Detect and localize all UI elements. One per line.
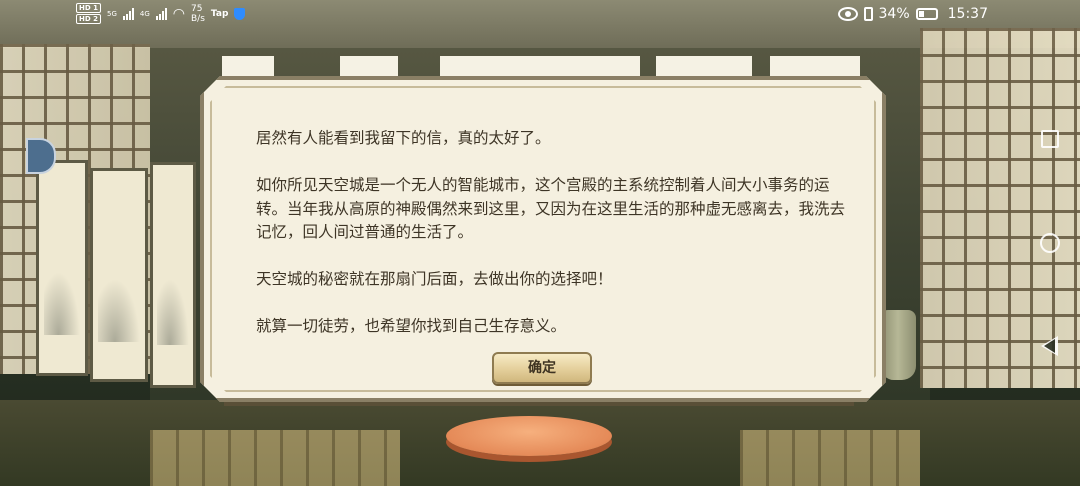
letter-paragraph: 就算一切徒劳，也希望你找到自己生存意义。 (256, 317, 567, 335)
letter-paragraph: 如你所见天空城是一个无人的智能城市，这个宫殿的主系统控制着人间大小事务的运转。当… (256, 176, 846, 241)
status-right-group: 34% 15:37 (837, 6, 988, 22)
upper-window (222, 56, 274, 78)
upper-window (770, 56, 860, 78)
folding-screen-panel (150, 162, 196, 388)
network-type-label: 5G (106, 9, 117, 18)
status-bar: HD 1 HD 2 5G 4G ◠ 75 B/s Tap 34% 15:37 (0, 0, 1080, 30)
floor-cushion (446, 416, 612, 456)
hd-badge: HD 2 (76, 14, 101, 24)
network-speed: 75 B/s (191, 4, 205, 24)
network-type-label: 4G (139, 9, 150, 18)
battery-percent: 34% (878, 6, 910, 22)
vibrate-icon (863, 7, 873, 21)
hd-badge: HD 1 (76, 3, 101, 13)
battery-level-fill (918, 11, 924, 17)
upper-window (656, 56, 752, 78)
folding-screen-panel (36, 160, 88, 376)
speed-unit: B/s (190, 13, 205, 24)
wifi-icon: ◠ (172, 5, 185, 22)
clock: 15:37 (947, 6, 988, 22)
floor-light-patch (150, 430, 400, 486)
upper-window (340, 56, 398, 78)
battery-icon (915, 8, 938, 20)
eye-comfort-icon (837, 7, 858, 21)
signal-strength-icon (155, 7, 167, 20)
status-left-group: HD 1 HD 2 5G 4G ◠ 75 B/s Tap (76, 3, 246, 24)
letter-paragraph: 天空城的秘密就在那扇门后面，去做出你的选择吧！ (256, 270, 613, 288)
shield-icon (234, 7, 246, 20)
folding-screen-panel (90, 168, 148, 382)
upper-window (440, 56, 640, 78)
tap-app-label: Tap (210, 8, 229, 19)
letter-dialog: 居然有人能看到我留下的信，真的太好了。 如你所见天空城是一个无人的智能城市，这个… (200, 76, 886, 402)
letter-text: 居然有人能看到我留下的信，真的太好了。 如你所见天空城是一个无人的智能城市，这个… (256, 127, 856, 339)
hd-badges: HD 1 HD 2 (76, 3, 101, 24)
signal-strength-icon (122, 7, 134, 20)
home-icon[interactable] (1040, 233, 1060, 253)
letter-paragraph: 居然有人能看到我留下的信，真的太好了。 (256, 129, 551, 147)
confirm-button[interactable]: 确定 (492, 352, 592, 384)
floating-side-handle[interactable] (26, 138, 56, 174)
speed-value: 75 (190, 3, 203, 14)
back-icon[interactable] (1041, 336, 1058, 356)
recent-apps-icon[interactable] (1041, 130, 1059, 148)
navigation-bar (1024, 0, 1080, 486)
floor-light-patch (740, 430, 920, 486)
